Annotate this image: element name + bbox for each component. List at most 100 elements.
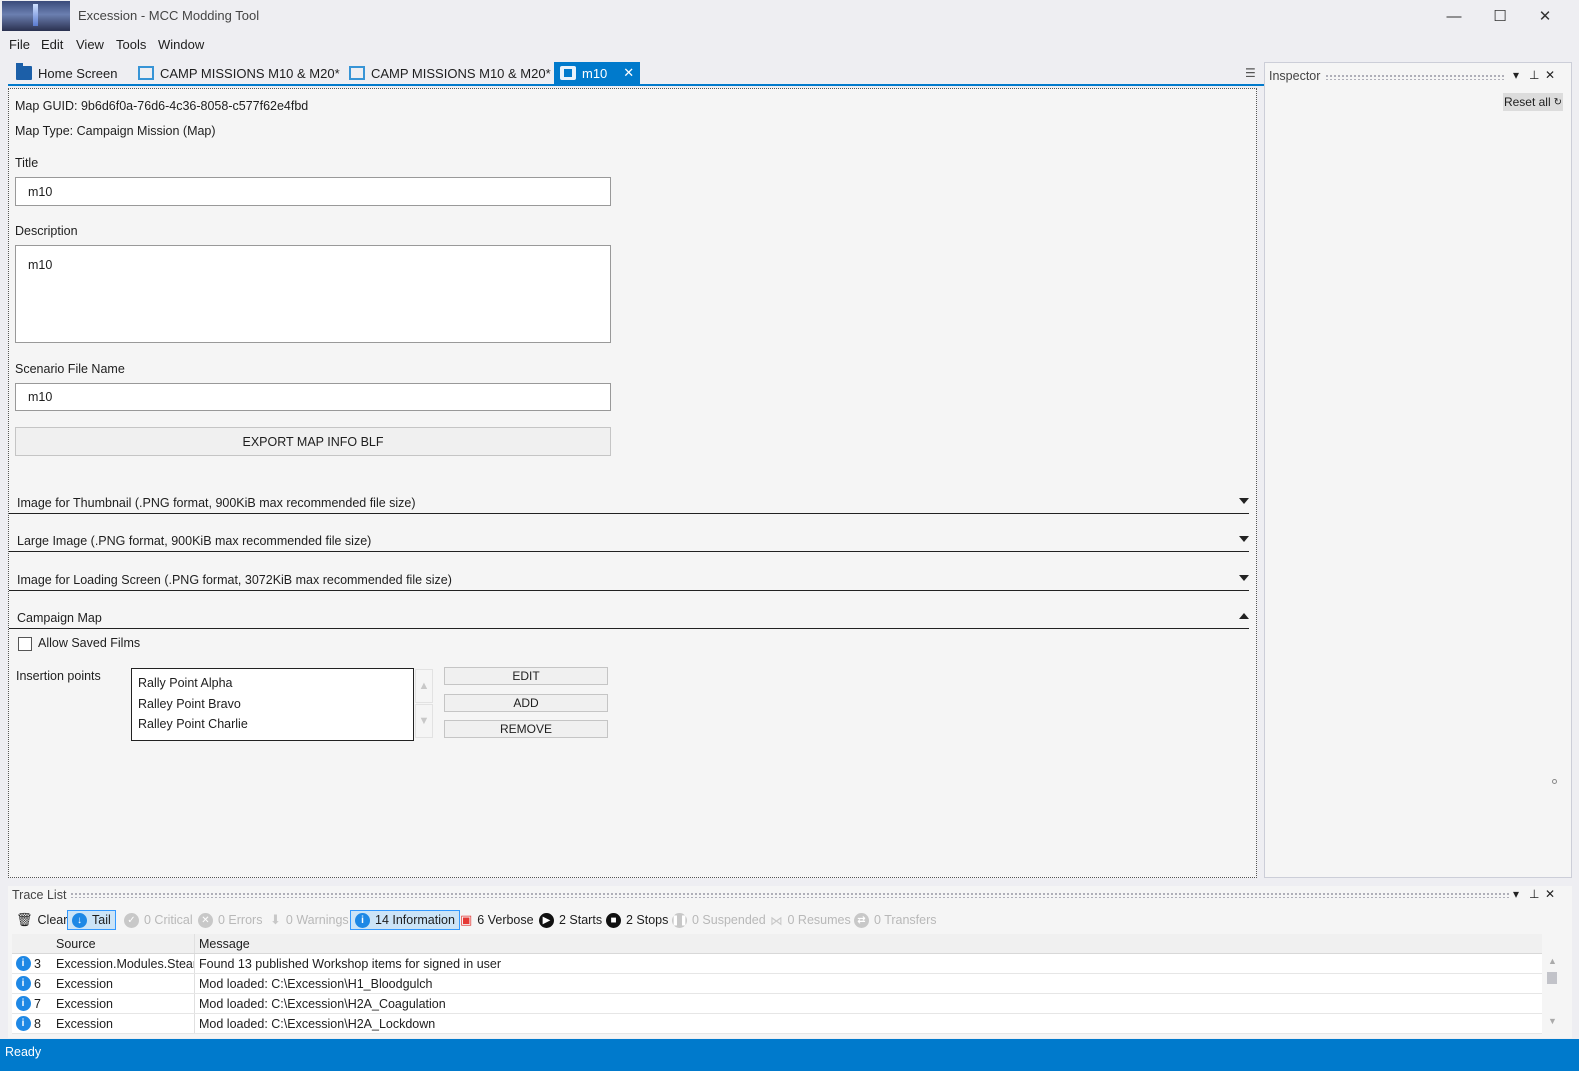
row-id: 7 — [34, 996, 41, 1011]
loading-screen-expander[interactable]: Image for Loading Screen (.PNG format, 3… — [9, 569, 1249, 591]
app-logo-icon — [2, 1, 70, 31]
scenario-file-input[interactable]: m10 — [15, 383, 611, 411]
expander-label: Image for Loading Screen (.PNG format, 3… — [17, 573, 452, 587]
scroll-down-icon[interactable]: ▼ — [1548, 1016, 1557, 1026]
information-label: 14 Information — [375, 913, 455, 927]
status-bar: Ready — [0, 1039, 1579, 1071]
menu-window[interactable]: Window — [158, 37, 204, 52]
large-image-expander[interactable]: Large Image (.PNG format, 900KiB max rec… — [9, 530, 1249, 552]
warnings-filter[interactable]: ⬇ 0 Warnings — [270, 910, 349, 930]
description-label: Description — [15, 224, 78, 238]
scroll-thumb[interactable] — [1547, 972, 1557, 984]
reset-all-button[interactable]: Reset all ↻ — [1503, 93, 1563, 111]
row-message: Mod loaded: C:\Excession\H2A_Lockdown — [199, 1016, 436, 1031]
trace-scrollbar[interactable]: ▲ ▼ — [1544, 956, 1560, 1036]
description-input[interactable]: m10 — [15, 245, 611, 343]
warnings-label: 0 Warnings — [285, 913, 349, 927]
critical-label: 0 Critical — [144, 913, 193, 927]
close-pane-icon[interactable]: ✕ — [1545, 68, 1555, 82]
source-column-header[interactable]: Source — [54, 934, 195, 953]
campaign-map-expander[interactable]: Campaign Map — [9, 607, 1249, 629]
tab-home-screen[interactable]: Home Screen — [10, 62, 123, 84]
folder-icon — [16, 63, 32, 80]
info-icon: i — [15, 1016, 31, 1031]
errors-label: 0 Errors — [218, 913, 263, 927]
tab-m10[interactable]: m10 ✕ — [554, 62, 641, 84]
stops-filter[interactable]: ■ 2 Stops — [606, 910, 668, 930]
minimize-button[interactable]: — — [1431, 0, 1477, 32]
trash-icon: 🗑 — [16, 912, 33, 927]
refresh-icon: ↻ — [1553, 96, 1563, 108]
tab-label: CAMP MISSIONS M10 & M20* — [160, 65, 340, 81]
stops-label: 2 Stops — [626, 913, 669, 927]
maximize-button[interactable]: ☐ — [1477, 0, 1523, 32]
insertion-points-list[interactable]: Rally Point Alpha Ralley Point Bravo Ral… — [131, 668, 414, 741]
starts-filter[interactable]: ▶ 2 Starts — [539, 910, 602, 930]
pin-icon[interactable]: ⊥ — [1529, 887, 1539, 901]
puzzle-icon — [560, 66, 576, 80]
tail-toggle[interactable]: ↓ Tail — [67, 910, 116, 930]
close-pane-icon[interactable]: ✕ — [1545, 887, 1555, 901]
map-type: Map Type: Campaign Mission (Map) — [15, 124, 216, 138]
pane-menu-icon[interactable]: ▾ — [1513, 887, 1519, 901]
close-tab-icon[interactable]: ✕ — [623, 65, 634, 81]
trace-table: Source Message i 3 Excession.Modules.Ste… — [12, 934, 1542, 1034]
add-button[interactable]: ADD — [444, 694, 608, 712]
table-row[interactable]: i 7 Excession Mod loaded: C:\Excession\H… — [12, 994, 1542, 1014]
row-id: 6 — [34, 976, 41, 991]
transfers-label: 0 Transfers — [874, 913, 937, 927]
drag-grip[interactable] — [70, 892, 1510, 898]
pin-icon[interactable]: ⊥ — [1529, 68, 1539, 82]
title-input[interactable]: m10 — [15, 177, 611, 206]
drag-grip[interactable] — [1325, 74, 1505, 80]
table-row[interactable]: i 8 Excession Mod loaded: C:\Excession\H… — [12, 1014, 1542, 1034]
table-row[interactable]: i 3 Excession.Modules.Steam Found 13 pub… — [12, 954, 1542, 974]
critical-filter[interactable]: ✓ 0 Critical — [124, 910, 193, 930]
chevron-up-icon — [1239, 613, 1249, 619]
information-filter[interactable]: i 14 Information — [350, 910, 460, 930]
table-header: Source Message — [12, 934, 1542, 954]
menu-view[interactable]: View — [76, 37, 104, 52]
tab-camp-missions-1[interactable]: CAMP MISSIONS M10 & M20* — [132, 62, 346, 84]
chevron-down-icon — [1239, 536, 1249, 542]
resumes-filter[interactable]: ⋈ 0 Resumes — [770, 910, 851, 930]
thumbnail-image-expander[interactable]: Image for Thumbnail (.PNG format, 900KiB… — [9, 492, 1249, 514]
menu-file[interactable]: File — [9, 37, 30, 52]
move-up-icon[interactable]: ▲ — [415, 669, 433, 703]
edit-button[interactable]: EDIT — [444, 667, 608, 685]
move-down-icon[interactable]: ▼ — [415, 704, 433, 738]
menu-tools[interactable]: Tools — [116, 37, 146, 52]
resume-icon: ⋈ — [770, 913, 783, 928]
verbose-filter[interactable]: ▣ 6 Verbose — [460, 910, 534, 930]
warning-icon: ⬇ — [270, 912, 281, 927]
tab-camp-missions-2[interactable]: CAMP MISSIONS M10 & M20* — [343, 62, 557, 84]
close-window-button[interactable]: ✕ — [1522, 0, 1568, 32]
export-map-info-button[interactable]: EXPORT MAP INFO BLF — [15, 427, 611, 456]
list-item[interactable]: Ralley Point Bravo — [138, 694, 407, 715]
list-item[interactable]: Ralley Point Charlie — [138, 714, 407, 735]
clear-button[interactable]: 🗑 Clear — [16, 910, 67, 930]
message-column-header[interactable]: Message — [195, 937, 250, 951]
clear-label: Clear — [37, 913, 68, 927]
stop-icon: ■ — [606, 912, 621, 928]
row-id: 8 — [34, 1016, 41, 1031]
suspended-filter[interactable]: ❚❚ 0 Suspended — [671, 910, 766, 930]
remove-button[interactable]: REMOVE — [444, 720, 608, 738]
allow-saved-films-checkbox[interactable] — [18, 637, 32, 651]
menu-edit[interactable]: Edit — [41, 37, 63, 52]
info-icon: i — [15, 976, 31, 991]
title-bar: Excession - MCC Modding Tool — ☐ ✕ — [0, 0, 1579, 32]
list-item[interactable]: Rally Point Alpha — [138, 673, 407, 694]
inspector-title: Inspector — [1269, 69, 1321, 83]
table-row[interactable]: i 6 Excession Mod loaded: C:\Excession\H… — [12, 974, 1542, 994]
pane-menu-icon[interactable]: ▾ — [1513, 68, 1519, 82]
insertion-points-label: Insertion points — [16, 669, 101, 683]
transfers-filter[interactable]: ⇄ 0 Transfers — [854, 910, 937, 930]
status-text: Ready — [5, 1045, 42, 1059]
tab-overflow-menu-icon[interactable]: ☰ — [1245, 66, 1256, 80]
scroll-up-icon[interactable]: ▲ — [1548, 956, 1557, 966]
errors-filter[interactable]: ✕ 0 Errors — [198, 910, 262, 930]
document-tab-strip: Home Screen CAMP MISSIONS M10 & M20* CAM… — [8, 60, 1264, 86]
verbose-icon: ▣ — [460, 912, 473, 927]
tab-label: m10 — [582, 65, 608, 81]
